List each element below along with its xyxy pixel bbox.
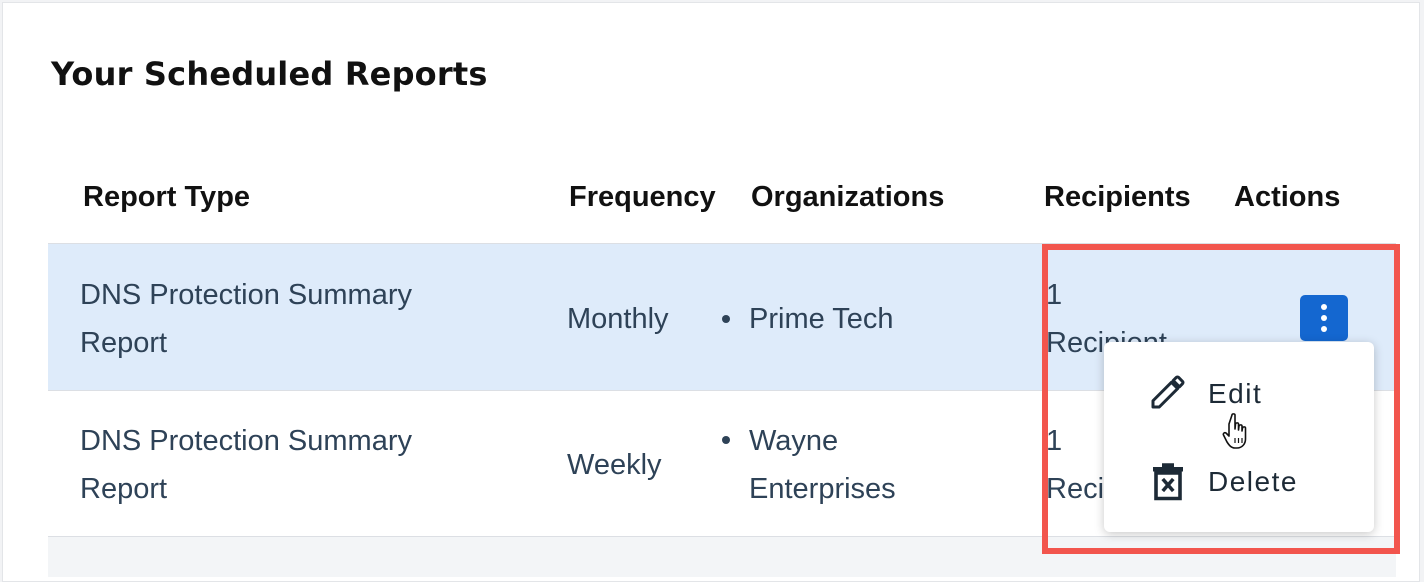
header-report-type: Report Type xyxy=(83,181,251,213)
page-title: Your Scheduled Reports xyxy=(51,55,488,93)
highlight-box xyxy=(1042,244,1400,554)
report-type-cell-line2: Report xyxy=(80,327,168,359)
header-actions: Actions xyxy=(1234,181,1341,213)
header-recipients: Recipients xyxy=(1044,181,1191,213)
list-bullet xyxy=(722,315,730,323)
organization-cell-line2: Enterprises xyxy=(749,473,896,505)
list-bullet xyxy=(722,436,730,444)
header-frequency: Frequency xyxy=(569,181,716,213)
organization-cell: Wayne xyxy=(749,425,839,457)
header-organizations: Organizations xyxy=(751,181,945,213)
frequency-cell: Monthly xyxy=(567,303,669,335)
report-type-cell-line2: Report xyxy=(80,473,168,505)
report-type-cell: DNS Protection Summary xyxy=(80,279,412,311)
hand-cursor-icon xyxy=(1222,412,1256,457)
organization-cell: Prime Tech xyxy=(749,303,894,335)
frequency-cell: Weekly xyxy=(567,449,662,481)
report-type-cell: DNS Protection Summary xyxy=(80,425,412,457)
